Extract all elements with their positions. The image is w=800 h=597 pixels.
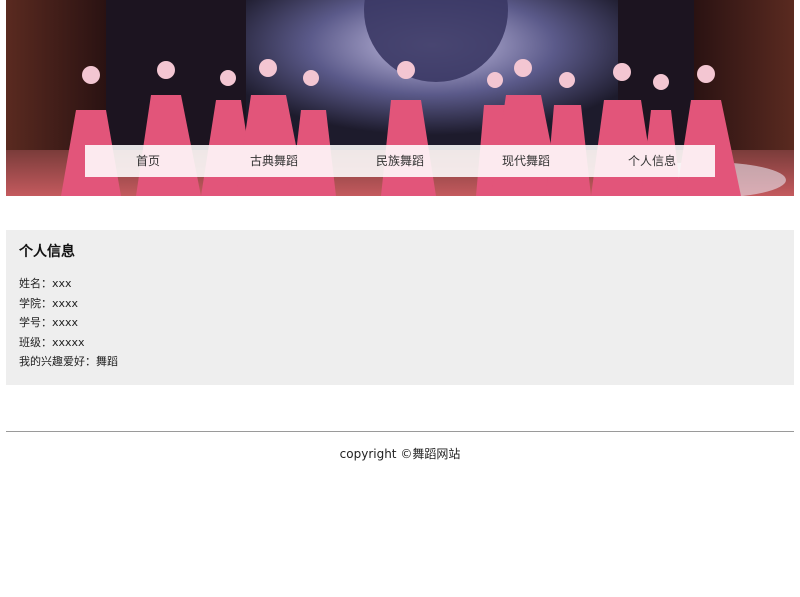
info-row-name: 姓名：xxx bbox=[19, 277, 72, 290]
personal-info-panel: 个人信息 姓名：xxx 学院：xxxx 学号：xxxx 班级：xxxxx 我的兴… bbox=[6, 230, 794, 385]
info-row-hobby: 我的兴趣爱好：舞蹈 bbox=[19, 355, 118, 369]
nav-item-personal-info[interactable]: 个人信息 bbox=[589, 145, 715, 177]
info-row-class: 班级：xxxxx bbox=[19, 335, 85, 349]
nav-item-modern-dance[interactable]: 现代舞蹈 bbox=[463, 145, 589, 177]
footer-copyright: copyright ©舞蹈网站 bbox=[339, 447, 461, 461]
nav-item-folk-dance[interactable]: 民族舞蹈 bbox=[337, 145, 463, 177]
main-nav: 首页 古典舞蹈 民族舞蹈 现代舞蹈 个人信息 bbox=[85, 145, 715, 177]
info-row-college: 学院：xxxx bbox=[19, 296, 79, 310]
info-row-student-id: 学号：xxxx bbox=[19, 316, 79, 330]
footer-divider bbox=[6, 431, 794, 432]
nav-item-home[interactable]: 首页 bbox=[85, 145, 211, 177]
section-title: 个人信息 bbox=[19, 244, 75, 260]
nav-item-classical-dance[interactable]: 古典舞蹈 bbox=[211, 145, 337, 177]
